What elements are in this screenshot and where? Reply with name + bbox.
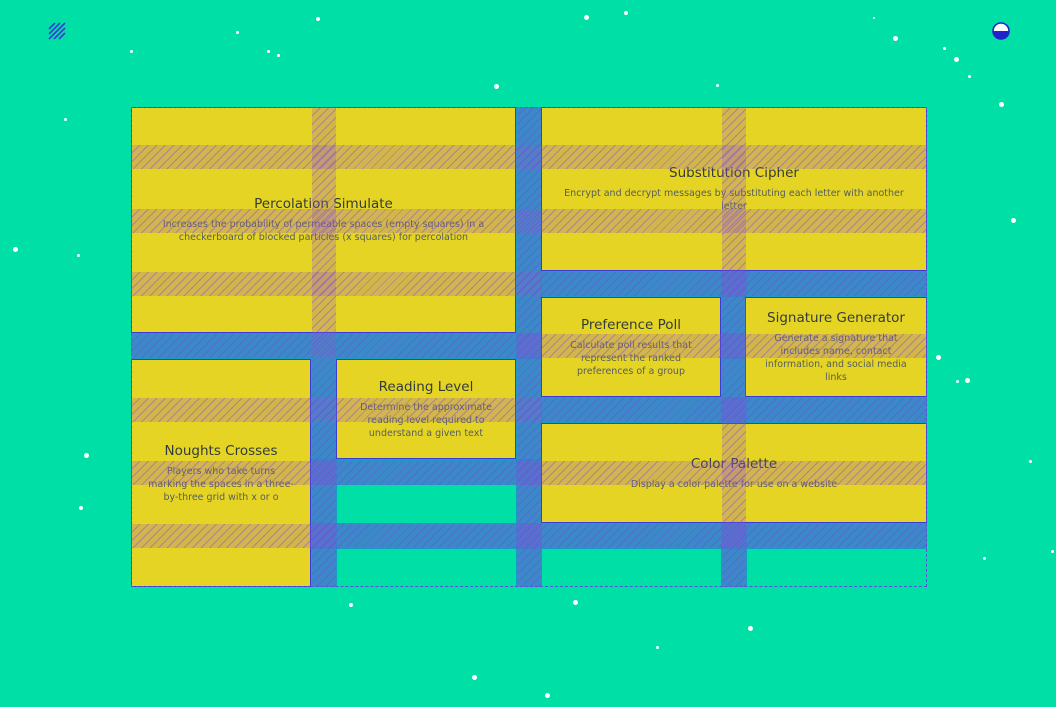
card-description: Generate a signature that includes name,…	[765, 333, 907, 383]
star	[77, 254, 80, 257]
hatch-icon[interactable]	[48, 22, 66, 40]
app-card-noughts[interactable]: Noughts Crosses Players who take turns m…	[131, 359, 311, 587]
star	[1011, 218, 1016, 223]
star	[1029, 460, 1032, 463]
star	[573, 600, 578, 605]
star	[64, 118, 67, 121]
app-grid: Percolation Simulate Increases the proba…	[131, 107, 927, 587]
app-card-signature[interactable]: Signature Generator Generate a signature…	[745, 297, 927, 397]
card-title: Substitution Cipher	[669, 165, 799, 181]
star	[267, 50, 270, 53]
star	[983, 557, 986, 560]
star	[893, 36, 898, 41]
card-title: Preference Poll	[580, 316, 682, 333]
gap-col-track	[311, 359, 337, 587]
star	[748, 626, 753, 631]
star	[13, 247, 18, 252]
star	[277, 54, 280, 57]
star	[943, 47, 946, 50]
star	[936, 355, 941, 360]
star	[716, 84, 719, 87]
app-card-preference[interactable]: Preference Poll Calculate poll results t…	[541, 297, 721, 397]
card-description: Determine the approximate reading level …	[360, 401, 492, 439]
star	[349, 603, 353, 607]
half-circle-icon[interactable]	[992, 22, 1010, 40]
card-title: Color Palette	[690, 455, 778, 472]
gap-row-track	[311, 523, 927, 549]
star	[965, 378, 970, 383]
star	[130, 50, 133, 53]
app-card-percolation[interactable]: Percolation Simulate Increases the proba…	[131, 107, 516, 333]
star	[624, 11, 628, 15]
card-description: Encrypt and decrypt messages by substitu…	[564, 188, 904, 212]
app-card-substitution[interactable]: Substitution Cipher Encrypt and decrypt …	[541, 107, 927, 271]
star	[236, 31, 239, 34]
card-title: Noughts Crosses	[164, 442, 278, 459]
star	[968, 75, 971, 78]
card-description: Players who take turns marking the space…	[148, 465, 294, 503]
card-title: Signature Generator	[767, 310, 905, 326]
star	[954, 57, 959, 62]
star	[873, 17, 875, 19]
card-title: Percolation Simulate	[254, 196, 393, 212]
star	[79, 506, 83, 510]
star	[584, 15, 589, 20]
star	[956, 380, 959, 383]
card-description: Display a color palette for use on a web…	[630, 478, 838, 490]
card-description: Increases the probability of permeable s…	[162, 219, 485, 243]
star	[999, 102, 1004, 107]
app-card-palette[interactable]: Color Palette Display a color palette fo…	[541, 423, 927, 523]
star	[1051, 550, 1054, 553]
star	[472, 675, 477, 680]
star	[545, 693, 550, 698]
app-card-reading[interactable]: Reading Level Determine the approximate …	[336, 359, 516, 459]
gap-col-track	[516, 107, 542, 587]
card-description: Calculate poll results that represent th…	[570, 339, 692, 377]
star	[84, 453, 89, 458]
star	[656, 646, 659, 649]
star	[494, 84, 499, 89]
card-title: Reading Level	[378, 378, 474, 395]
star	[316, 17, 320, 21]
